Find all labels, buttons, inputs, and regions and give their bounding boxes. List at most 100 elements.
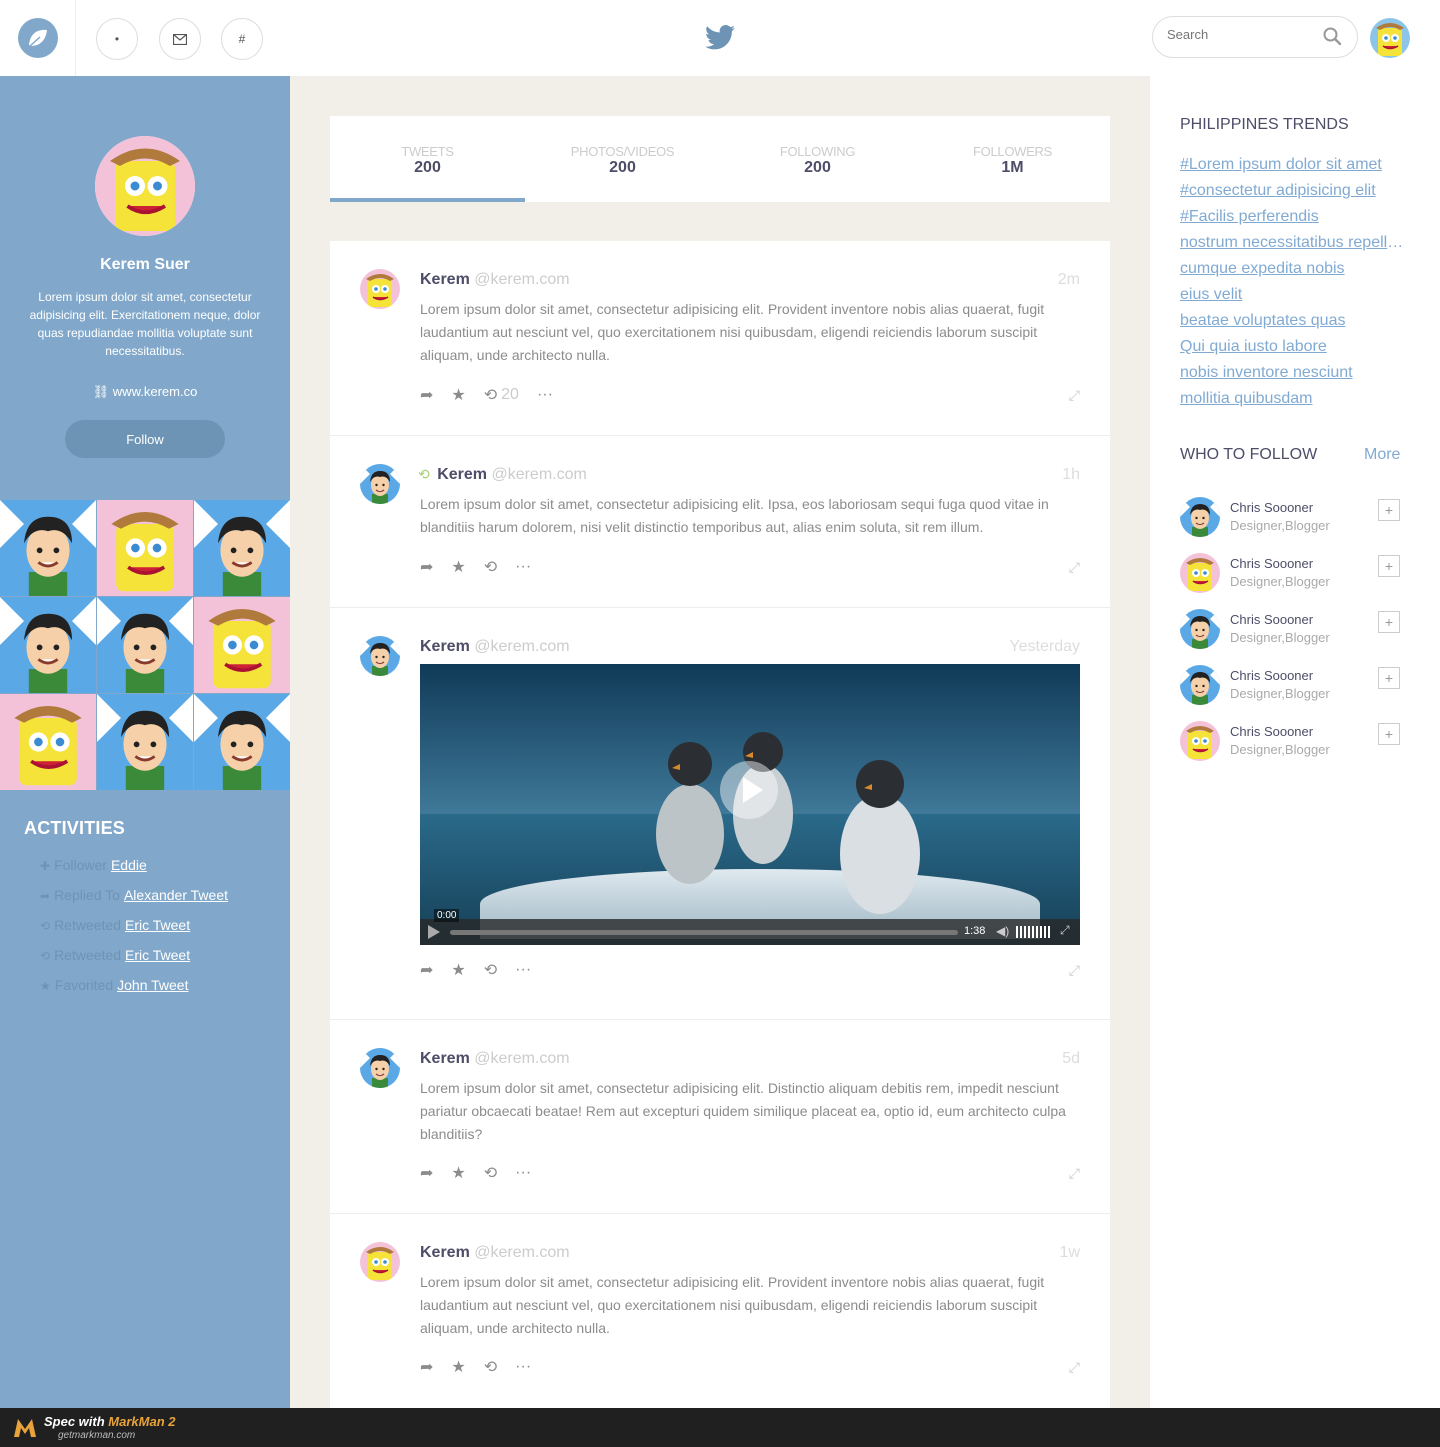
expand-icon[interactable]: ⤢ [1069, 387, 1080, 404]
retweet-icon[interactable]: ⟲ [484, 1357, 497, 1377]
star-icon[interactable]: ★ [451, 1163, 465, 1183]
expand-icon[interactable]: ⤢ [1069, 1359, 1080, 1376]
retweet-icon[interactable]: ⟲ [484, 960, 497, 980]
suggested-user-name[interactable]: Chris Soooner [1230, 668, 1313, 683]
video-play-button[interactable] [720, 761, 778, 819]
video-play-small-icon[interactable] [428, 925, 440, 939]
trend-link[interactable]: #Facilis perferendis [1180, 207, 1410, 227]
reply-icon[interactable]: ➦ [420, 1163, 433, 1183]
more-icon[interactable]: ··· [515, 961, 531, 979]
search-icon[interactable] [1323, 27, 1342, 50]
follow-plus-button[interactable]: + [1378, 555, 1400, 577]
more-link[interactable]: More [1364, 446, 1400, 464]
photo-thumbnail[interactable] [0, 694, 96, 790]
suggested-user-avatar[interactable] [1180, 609, 1220, 649]
tweet-avatar[interactable] [360, 464, 400, 504]
tweet-author[interactable]: Kerem [420, 1050, 470, 1067]
tweet-avatar[interactable] [360, 1242, 400, 1282]
markman-url[interactable]: getmarkman.com [58, 1430, 135, 1441]
follow-plus-button[interactable]: + [1378, 667, 1400, 689]
tweet-handle[interactable]: @kerem.com [474, 638, 569, 655]
activity-link[interactable]: Eric Tweet [125, 917, 190, 933]
trend-link[interactable]: nobis inventore nesciunt [1180, 363, 1410, 383]
tweet-author[interactable]: Kerem [437, 466, 487, 483]
tweet-handle[interactable]: @kerem.com [474, 271, 569, 288]
photo-thumbnail[interactable] [97, 597, 193, 693]
tweet-handle[interactable]: @kerem.com [491, 466, 586, 483]
reply-icon[interactable]: ➦ [420, 385, 433, 405]
video-progress-bar[interactable] [450, 930, 958, 935]
follow-plus-button[interactable]: + [1378, 611, 1400, 633]
trend-link[interactable]: mollitia quibusdam [1180, 389, 1410, 409]
trend-link[interactable]: cumque expedita nobis [1180, 259, 1410, 279]
activity-link[interactable]: Alexander Tweet [124, 887, 228, 903]
trend-link[interactable]: eius velit [1180, 285, 1410, 305]
suggested-user-name[interactable]: Chris Soooner [1230, 724, 1313, 739]
suggested-user-name[interactable]: Chris Soooner [1230, 500, 1313, 515]
photo-thumbnail[interactable] [194, 694, 290, 790]
photo-thumbnail[interactable] [0, 597, 96, 693]
star-icon[interactable]: ★ [451, 385, 465, 405]
photo-thumbnail[interactable] [97, 500, 193, 596]
tweet-author[interactable]: Kerem [420, 1244, 470, 1261]
activity-link[interactable]: John Tweet [117, 977, 188, 993]
fullscreen-icon[interactable]: ⤢ [1060, 923, 1070, 938]
trend-link[interactable]: #consectetur adipisicing elit [1180, 181, 1410, 201]
video-player[interactable]: 0:00 1:38 ◀) ⤢ [420, 664, 1080, 945]
follow-button[interactable]: Follow [65, 420, 225, 458]
nav-hashtag-button[interactable]: # [221, 18, 263, 60]
tweet-handle[interactable]: @kerem.com [474, 1244, 569, 1261]
search-input[interactable] [1167, 27, 1317, 42]
suggested-user-avatar[interactable] [1180, 553, 1220, 593]
expand-icon[interactable]: ⤢ [1069, 559, 1080, 576]
photo-thumbnail[interactable] [194, 597, 290, 693]
trend-link[interactable]: beatae voluptates quas [1180, 311, 1410, 331]
more-icon[interactable]: ··· [515, 1358, 531, 1376]
leaf-logo[interactable] [18, 18, 58, 58]
suggested-user-name[interactable]: Chris Soooner [1230, 556, 1313, 571]
tweet-avatar[interactable] [360, 269, 400, 309]
more-icon[interactable]: ··· [515, 1164, 531, 1182]
expand-icon[interactable]: ⤢ [1069, 962, 1080, 979]
follow-plus-button[interactable]: + [1378, 499, 1400, 521]
tweet-author[interactable]: Kerem [420, 638, 470, 655]
suggested-user-name[interactable]: Chris Soooner [1230, 612, 1313, 627]
reply-icon[interactable]: ➦ [420, 557, 433, 577]
suggested-user-avatar[interactable] [1180, 721, 1220, 761]
trend-link[interactable]: Qui quia iusto labore [1180, 337, 1410, 357]
activity-link[interactable]: Eddie [111, 857, 147, 873]
reply-icon[interactable]: ➦ [420, 1357, 433, 1377]
markman-brand[interactable]: Spec with MarkMan 2 [44, 1414, 176, 1429]
suggested-user-avatar[interactable] [1180, 665, 1220, 705]
volume-icon[interactable]: ◀) [996, 924, 1009, 938]
star-icon[interactable]: ★ [451, 960, 465, 980]
photo-thumbnail[interactable] [194, 500, 290, 596]
activity-link[interactable]: Eric Tweet [125, 947, 190, 963]
follow-plus-button[interactable]: + [1378, 723, 1400, 745]
photo-thumbnail[interactable] [0, 500, 96, 596]
tweet-avatar[interactable] [360, 1048, 400, 1088]
user-avatar[interactable] [1370, 18, 1410, 58]
more-icon[interactable]: ··· [515, 558, 531, 576]
retweet-icon[interactable]: ⟲ [484, 385, 497, 405]
profile-website[interactable]: ⛓ www.kerem.co [0, 384, 290, 400]
profile-avatar[interactable] [95, 136, 195, 236]
tweet-author[interactable]: Kerem [420, 271, 470, 288]
trend-link[interactable]: nostrum necessitatibus repellendus [1180, 233, 1410, 253]
stat-followers[interactable]: Followers 1M [915, 116, 1110, 202]
stat-tweets[interactable]: Tweets 200 [330, 116, 525, 202]
retweet-icon[interactable]: ⟲ [484, 557, 497, 577]
retweet-icon[interactable]: ⟲ [484, 1163, 497, 1183]
stat-photos-videos[interactable]: Photos/Videos 200 [525, 116, 720, 202]
suggested-user-avatar[interactable] [1180, 497, 1220, 537]
tweet-avatar[interactable] [360, 636, 400, 676]
star-icon[interactable]: ★ [451, 1357, 465, 1377]
reply-icon[interactable]: ➦ [420, 960, 433, 980]
tweet-handle[interactable]: @kerem.com [474, 1050, 569, 1067]
nav-messages-button[interactable] [159, 18, 201, 60]
star-icon[interactable]: ★ [451, 557, 465, 577]
volume-slider[interactable] [1016, 926, 1052, 938]
stat-following[interactable]: Following 200 [720, 116, 915, 202]
trend-link[interactable]: #Lorem ipsum dolor sit amet [1180, 155, 1410, 175]
nav-home-button[interactable]: • [96, 18, 138, 60]
